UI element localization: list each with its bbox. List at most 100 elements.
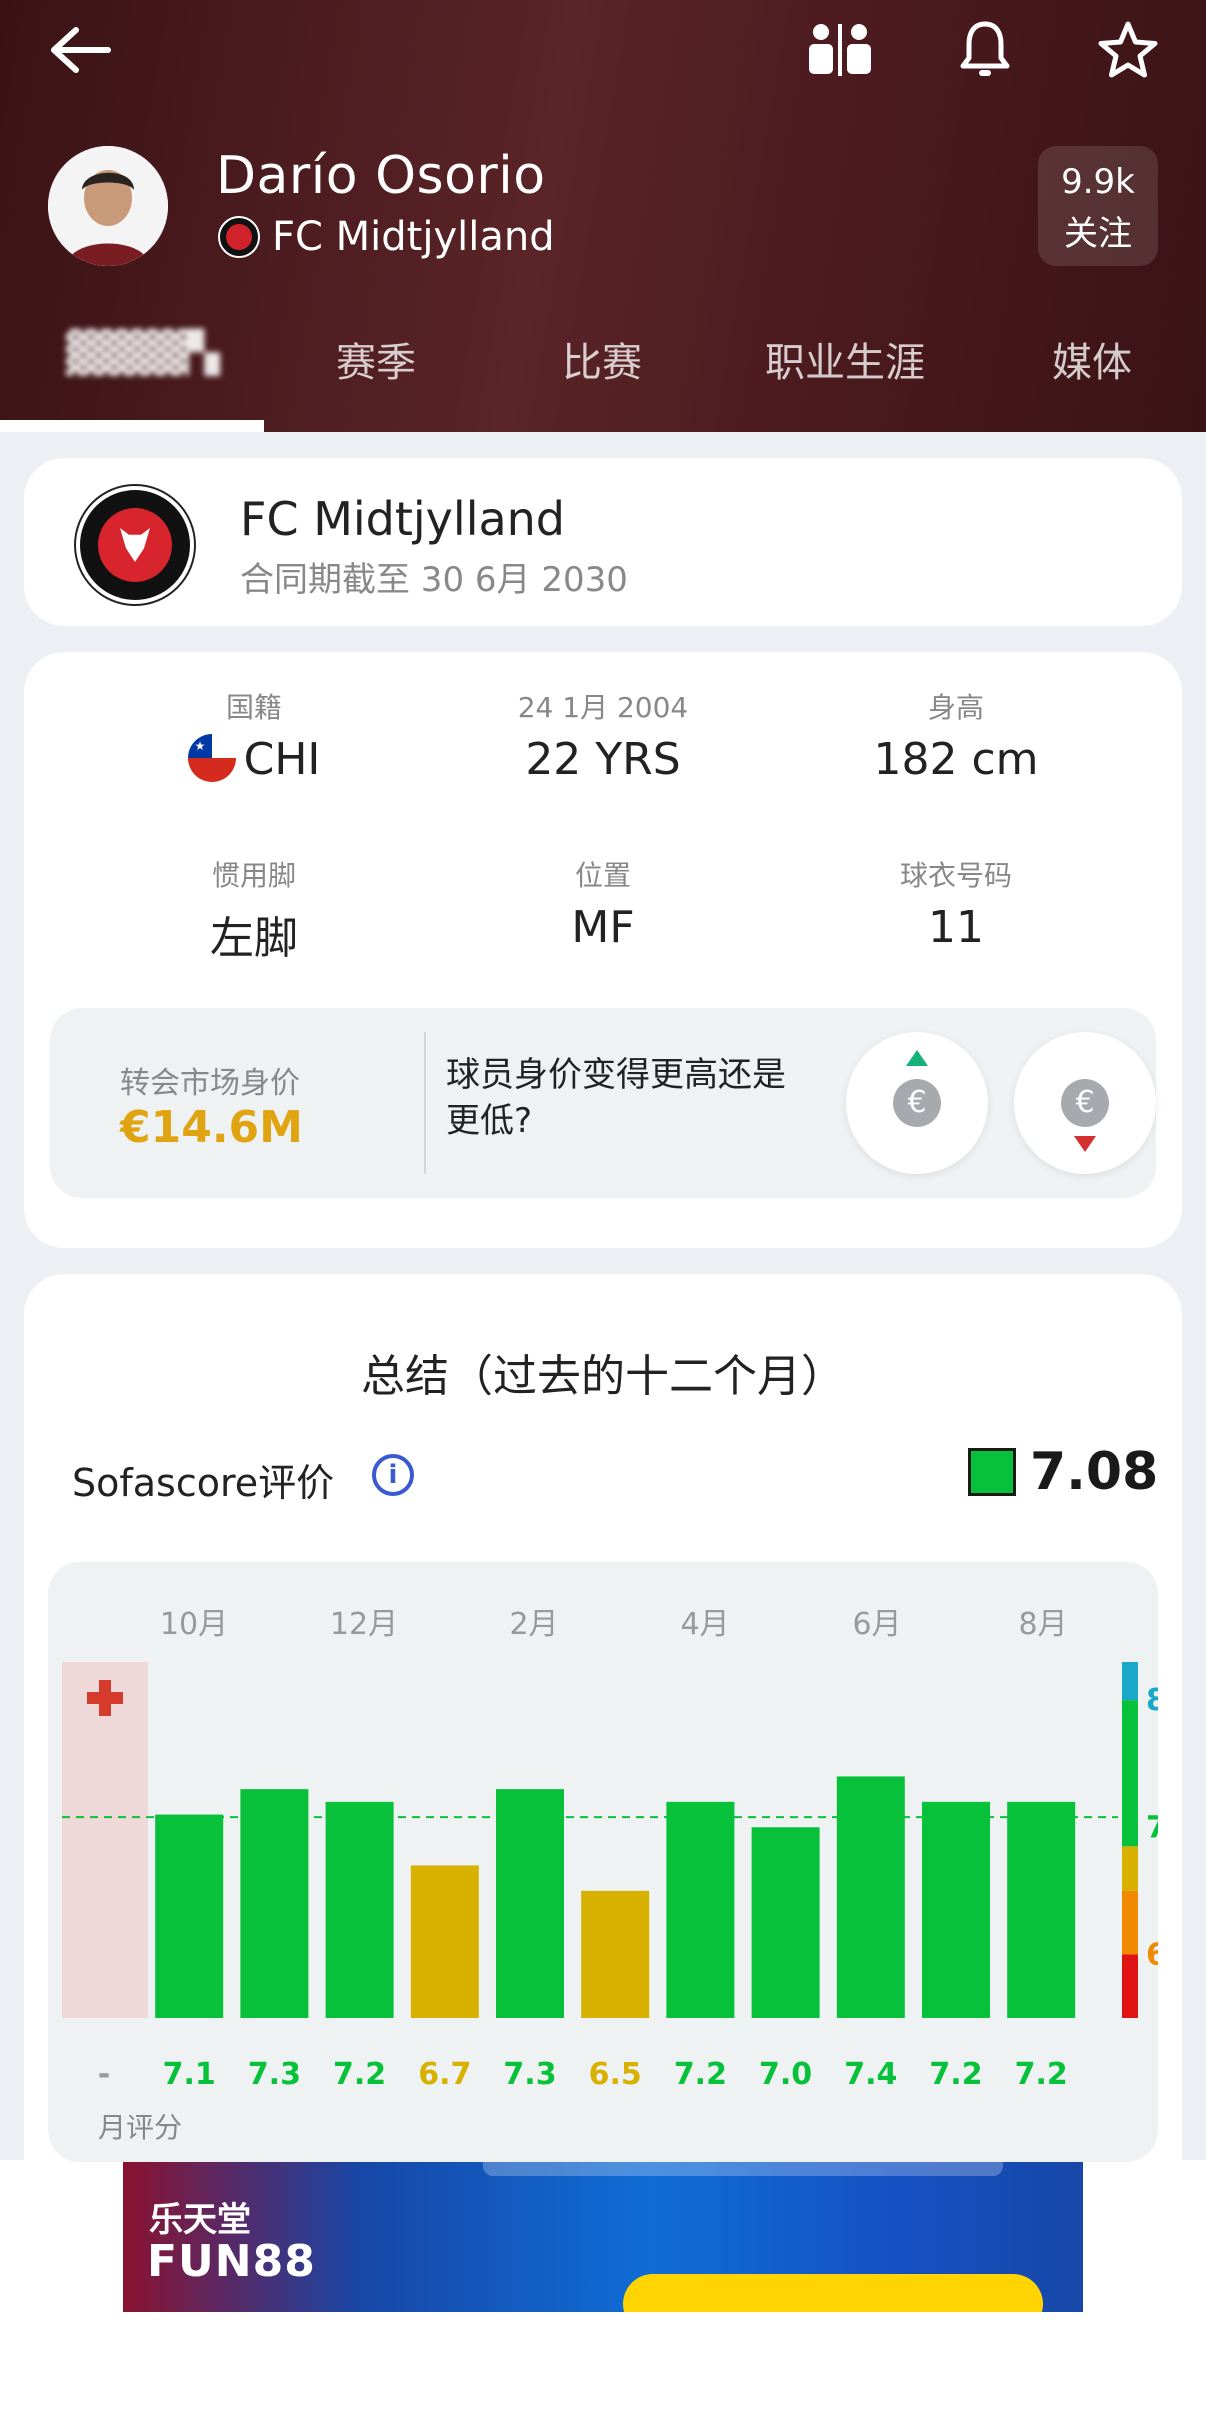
monthly-rating-chart: 8 7 6 - 7.1 7.3 7.2 6.7 7.3 6.5 7.2 7.0 7.4 7.2 7.2 10月…	[48, 1562, 1158, 2162]
tab-details[interactable]: ▓▓▓▓▚	[66, 330, 220, 394]
follow-label: 关注	[1064, 214, 1132, 254]
month-rating-label: 7.2	[1015, 2057, 1068, 2092]
arrow-up-icon	[906, 1050, 928, 1066]
month-tick-label: 8月	[1018, 1607, 1067, 1642]
rating-bar	[922, 1801, 990, 2018]
summary-title: 总结（过去的十二个月）	[361, 1351, 845, 1402]
euro-icon: €	[1061, 1079, 1109, 1127]
nationality-value: CHI	[243, 734, 321, 785]
ad-graphic	[483, 2162, 1003, 2176]
back-button[interactable]	[40, 20, 120, 80]
rating-bar	[496, 1789, 564, 2018]
notification-button[interactable]	[945, 18, 1025, 82]
month-tick-label: 6月	[852, 1607, 901, 1642]
back-arrow-icon	[51, 27, 111, 73]
foot-label: 惯用脚	[211, 859, 296, 892]
follow-button[interactable]: 9.9k 关注	[1038, 146, 1158, 266]
compare-icon	[809, 24, 871, 76]
club-crest-icon	[76, 486, 194, 604]
chile-flag-icon: ★	[187, 734, 236, 782]
club-name: FC Midtjylland	[240, 492, 566, 546]
player-info-card: 国籍 ★ CHI 24 1月 2004 22 YRS 身高 182 cm 惯用脚 …	[24, 652, 1182, 1248]
average-rating: 7.08	[968, 1442, 1158, 1502]
height-label: 身高	[927, 691, 984, 724]
rating-bar	[325, 1801, 394, 2018]
bell-icon	[960, 21, 1010, 76]
tab-season[interactable]: 赛季	[336, 330, 416, 394]
month-rating-label: -	[98, 2057, 110, 2092]
position-value: MF	[571, 902, 635, 953]
month-tick-label: 4月	[680, 1607, 729, 1642]
nationality-label: 国籍	[225, 691, 282, 724]
shirt-value: 11	[928, 902, 984, 953]
shirt-label: 球衣号码	[899, 859, 1012, 892]
foot-cell: 惯用脚 左脚	[74, 854, 434, 966]
monthly-rating-label: 月评分	[98, 2111, 183, 2144]
vote-higher-button[interactable]: €	[846, 1032, 988, 1174]
month-rating-label: 6.7	[418, 2057, 471, 2092]
rating-scale-segment	[1122, 1954, 1138, 2018]
advertisement-banner[interactable]: 乐天堂 FUN88	[123, 2162, 1083, 2312]
rating-bar	[751, 1827, 820, 2018]
player-club-name: FC Midtjylland	[272, 214, 555, 260]
month-rating-label: 7.3	[248, 2057, 301, 2092]
month-rating-label: 7.2	[674, 2057, 727, 2092]
age-cell: 24 1月 2004 22 YRS	[423, 686, 783, 785]
player-club-link[interactable]: FC Midtjylland	[218, 214, 555, 260]
ad-graphic	[623, 2274, 1043, 2312]
ad-brand-logo: FUN88	[147, 2236, 316, 2287]
tab-media[interactable]: 媒体	[1052, 330, 1132, 394]
tab-career[interactable]: 职业生涯	[765, 330, 925, 394]
favorite-button[interactable]	[1088, 18, 1168, 82]
market-value: €14.6M	[120, 1102, 303, 1153]
birth-date: 24 1月 2004	[517, 691, 689, 724]
rating-bar	[1007, 1801, 1076, 2018]
market-value-label: 转会市场身价	[120, 1066, 300, 1101]
contract-until: 合同期截至 30 6月 2030	[240, 560, 628, 600]
month-tick-label: 2月	[509, 1607, 558, 1642]
summary-card: 总结（过去的十二个月） Sofascore评价 i 7.08 8 7 6 - 7.1 7.…	[24, 1274, 1182, 2234]
value-vote-question: 球员身价变得更高还是更低?	[446, 1055, 786, 1141]
star-icon	[1098, 21, 1158, 78]
month-rating-label: 6.5	[589, 2057, 642, 2092]
rating-bar	[410, 1865, 479, 2018]
club-crest-icon	[218, 216, 260, 258]
month-rating-label: 7.2	[333, 2057, 386, 2092]
market-value-box: 转会市场身价 €14.6M 球员身价变得更高还是更低? € €	[50, 1008, 1156, 1198]
info-icon[interactable]: i	[372, 1454, 414, 1496]
ad-brand-cn: 乐天堂	[149, 2200, 251, 2240]
rating-scale-tick: 6	[1146, 1937, 1158, 1972]
divider	[424, 1032, 426, 1174]
foot-value: 左脚	[210, 913, 298, 964]
average-rating-value: 7.08	[1030, 1442, 1159, 1502]
position-label: 位置	[574, 859, 631, 892]
month-rating-label: 7.0	[759, 2057, 812, 2092]
arrow-down-icon	[1074, 1136, 1096, 1152]
rating-bar	[155, 1814, 224, 2018]
month-tick-label: 12月	[330, 1607, 398, 1642]
compare-button[interactable]	[800, 18, 880, 82]
rating-bar-chart: 8 7 6 - 7.1 7.3 7.2 6.7 7.3 6.5 7.2 7.0 7.4 7.2 7.2 10月…	[62, 1607, 1158, 2092]
follower-count: 9.9k	[1061, 162, 1135, 202]
month-tick-label: 10月	[160, 1607, 228, 1642]
month-rating-label: 7.3	[503, 2057, 556, 2092]
nationality-cell: 国籍 ★ CHI	[74, 686, 434, 785]
month-rating-label: 7.1	[163, 2057, 216, 2092]
position-cell: 位置 MF	[423, 854, 783, 953]
rating-scale-segment	[1122, 1890, 1138, 1955]
rating-bar	[836, 1776, 905, 2018]
rating-scale-segment	[1122, 1700, 1138, 1847]
profile-header: Darío Osorio FC Midtjylland 9.9k 关注 ▓▓▓▓…	[0, 0, 1206, 432]
active-tab-indicator	[0, 420, 264, 432]
month-rating-label: 7.2	[929, 2057, 982, 2092]
vote-lower-button[interactable]: €	[1014, 1032, 1156, 1174]
rating-bar	[240, 1789, 309, 2018]
euro-icon: €	[893, 1079, 941, 1127]
player-name: Darío Osorio	[216, 146, 546, 206]
rating-bar	[581, 1890, 650, 2018]
age-value: 22 YRS	[525, 734, 681, 785]
height-cell: 身高 182 cm	[776, 686, 1136, 785]
club-contract-card[interactable]: FC Midtjylland 合同期截至 30 6月 2030	[24, 458, 1182, 626]
rating-color-swatch	[968, 1448, 1016, 1496]
tab-matches[interactable]: 比赛	[562, 330, 642, 394]
